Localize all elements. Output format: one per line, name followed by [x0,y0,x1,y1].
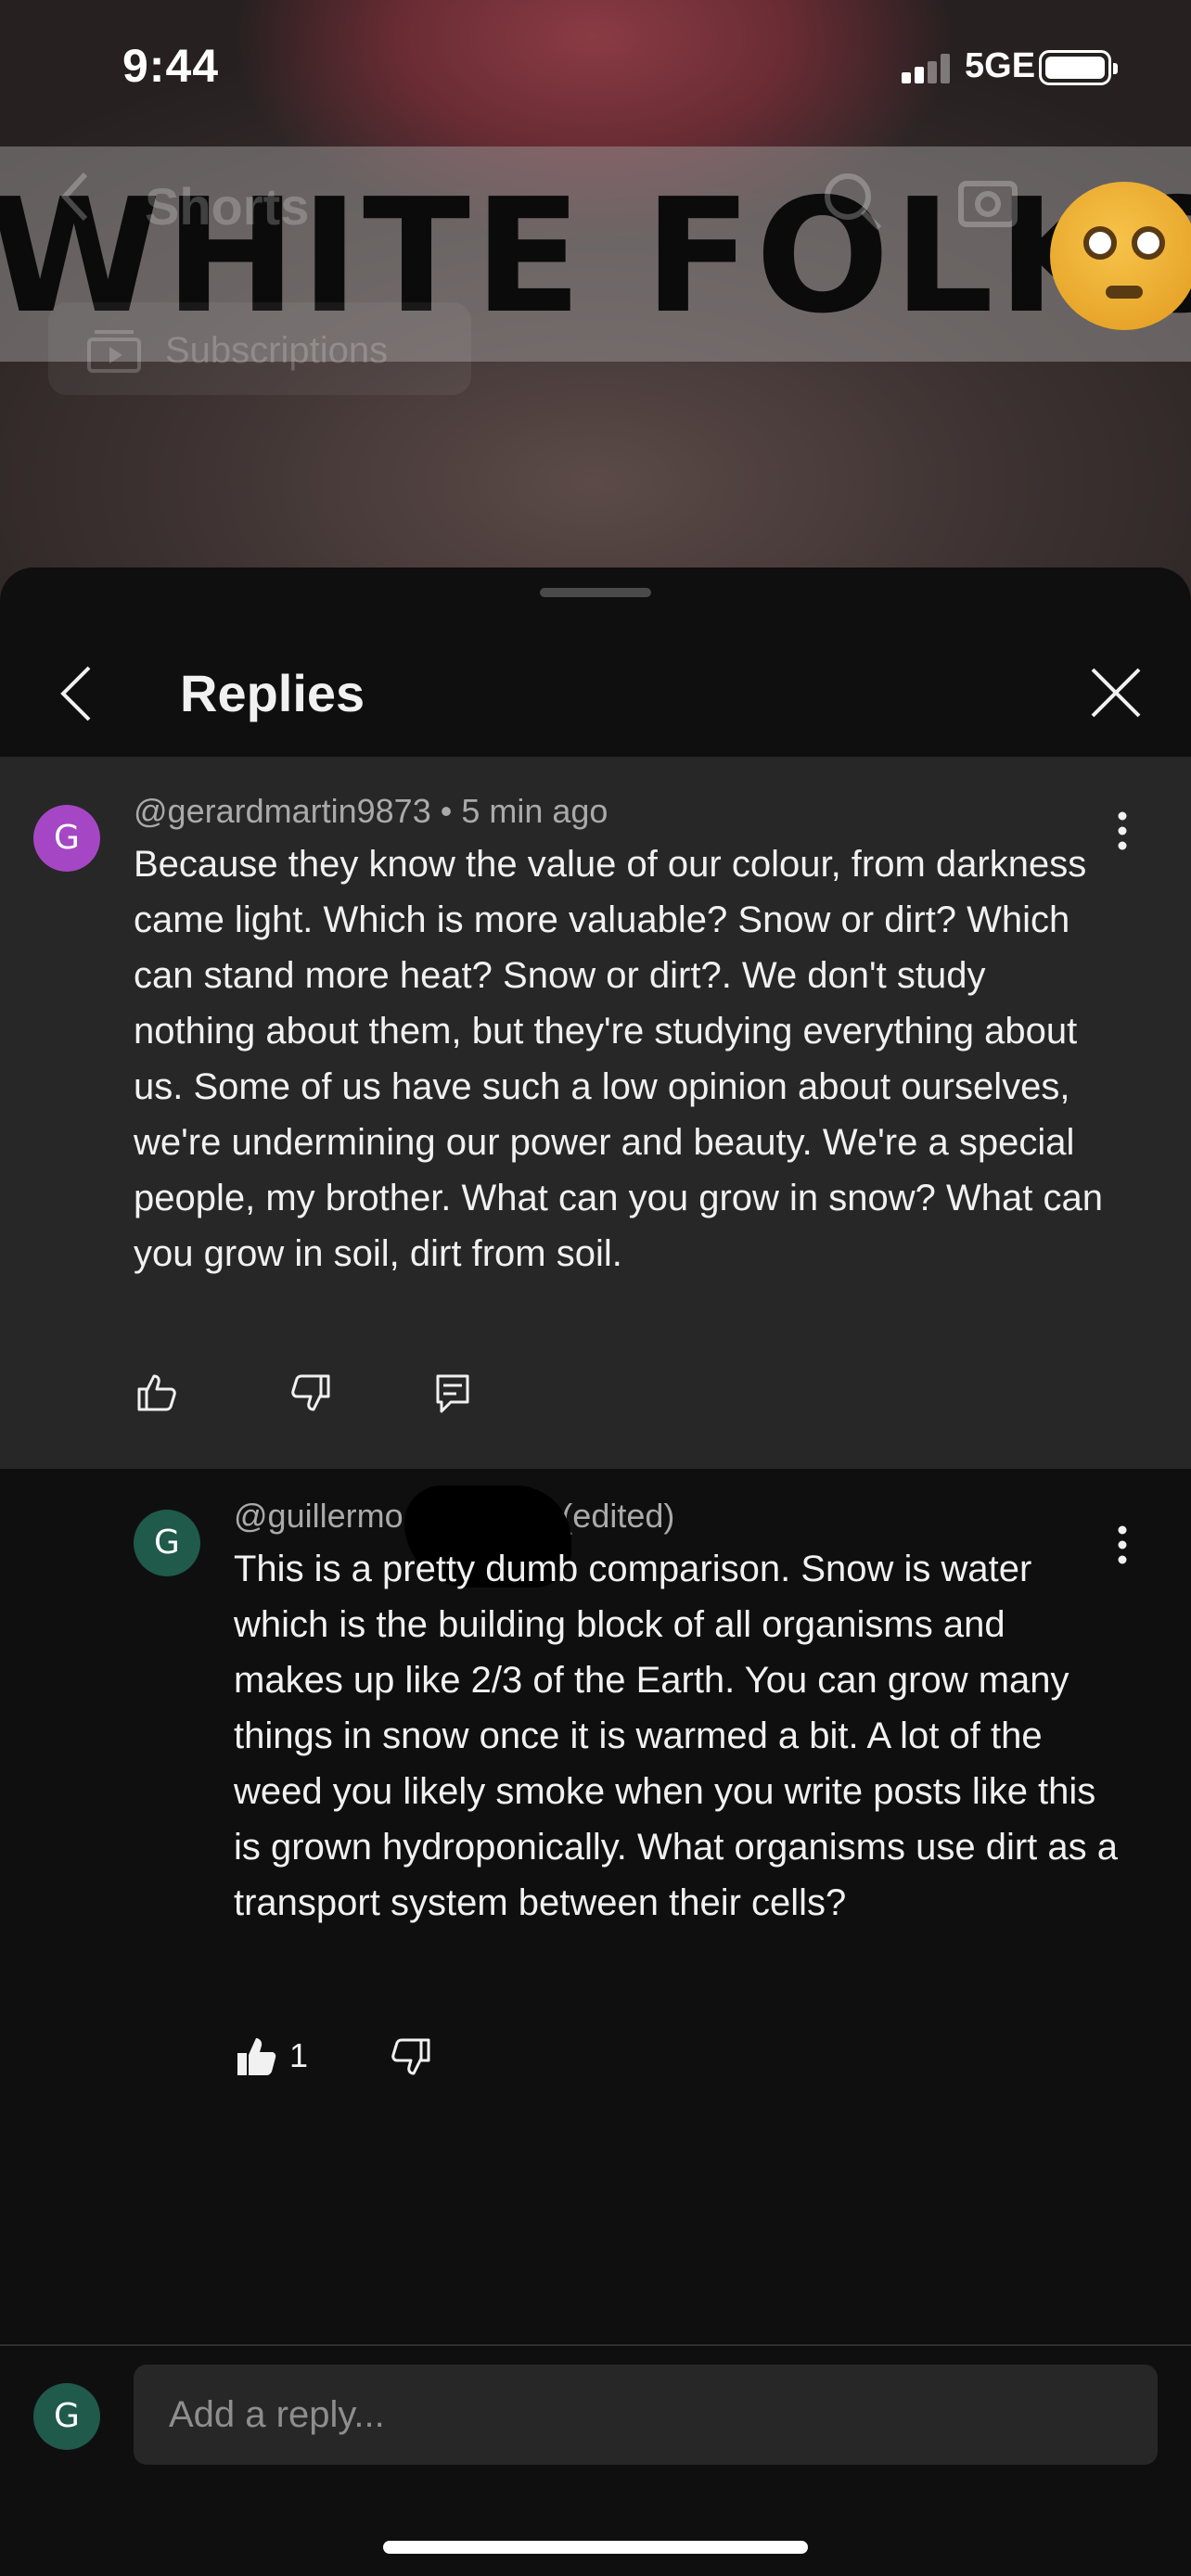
comment-meta: @gerardmartin9873 • 5 min ago [134,792,608,830]
faded-camera-icon [958,181,1018,227]
thumbs-up-filled-icon[interactable] [234,2034,278,2079]
thumbs-down-icon[interactable] [289,1371,334,1415]
reply-icon[interactable] [430,1371,475,1415]
subscriptions-label: Subscriptions [165,330,389,371]
reply-input[interactable] [134,2365,1158,2465]
avatar[interactable]: G [33,805,100,872]
replies-sheet: Replies G @gerardmartin9873 • 5 min ago … [0,567,1191,2576]
battery-icon [1039,50,1118,85]
status-bar: 9:44 5GE [0,0,1191,139]
comment-text: This is a pretty dumb comparison. Snow i… [234,1549,1119,1923]
home-indicator[interactable] [383,2541,808,2554]
avatar: G [33,2383,100,2450]
subscriptions-icon [87,330,141,373]
avatar[interactable]: G [134,1510,200,1576]
faded-back-icon [60,172,88,222]
thumbs-down-icon[interactable] [390,2034,434,2079]
faded-shorts-title: Shorts [145,177,310,236]
flushed-emoji-icon [1050,182,1191,330]
comment-text: Because they know the value of our colou… [134,844,1103,1274]
status-time: 9:44 [122,40,220,92]
network-type: 5GE [965,46,1036,85]
faded-search-icon [825,173,882,231]
sheet-title: Replies [180,664,365,722]
cellular-signal-icon [902,54,950,83]
faded-subscriptions-chip: Subscriptions [48,302,471,395]
reply-comment: G @guillermo • 41s ago (edited) This is … [0,1469,1191,2075]
close-icon[interactable] [1083,660,1148,725]
thumbs-up-icon[interactable] [134,1371,178,1415]
parent-comment: G @gerardmartin9873 • 5 min ago Because … [0,757,1191,1469]
like-count: 1 [289,2036,309,2074]
sheet-header: Replies [0,567,1191,757]
back-arrow-icon[interactable] [52,657,108,731]
